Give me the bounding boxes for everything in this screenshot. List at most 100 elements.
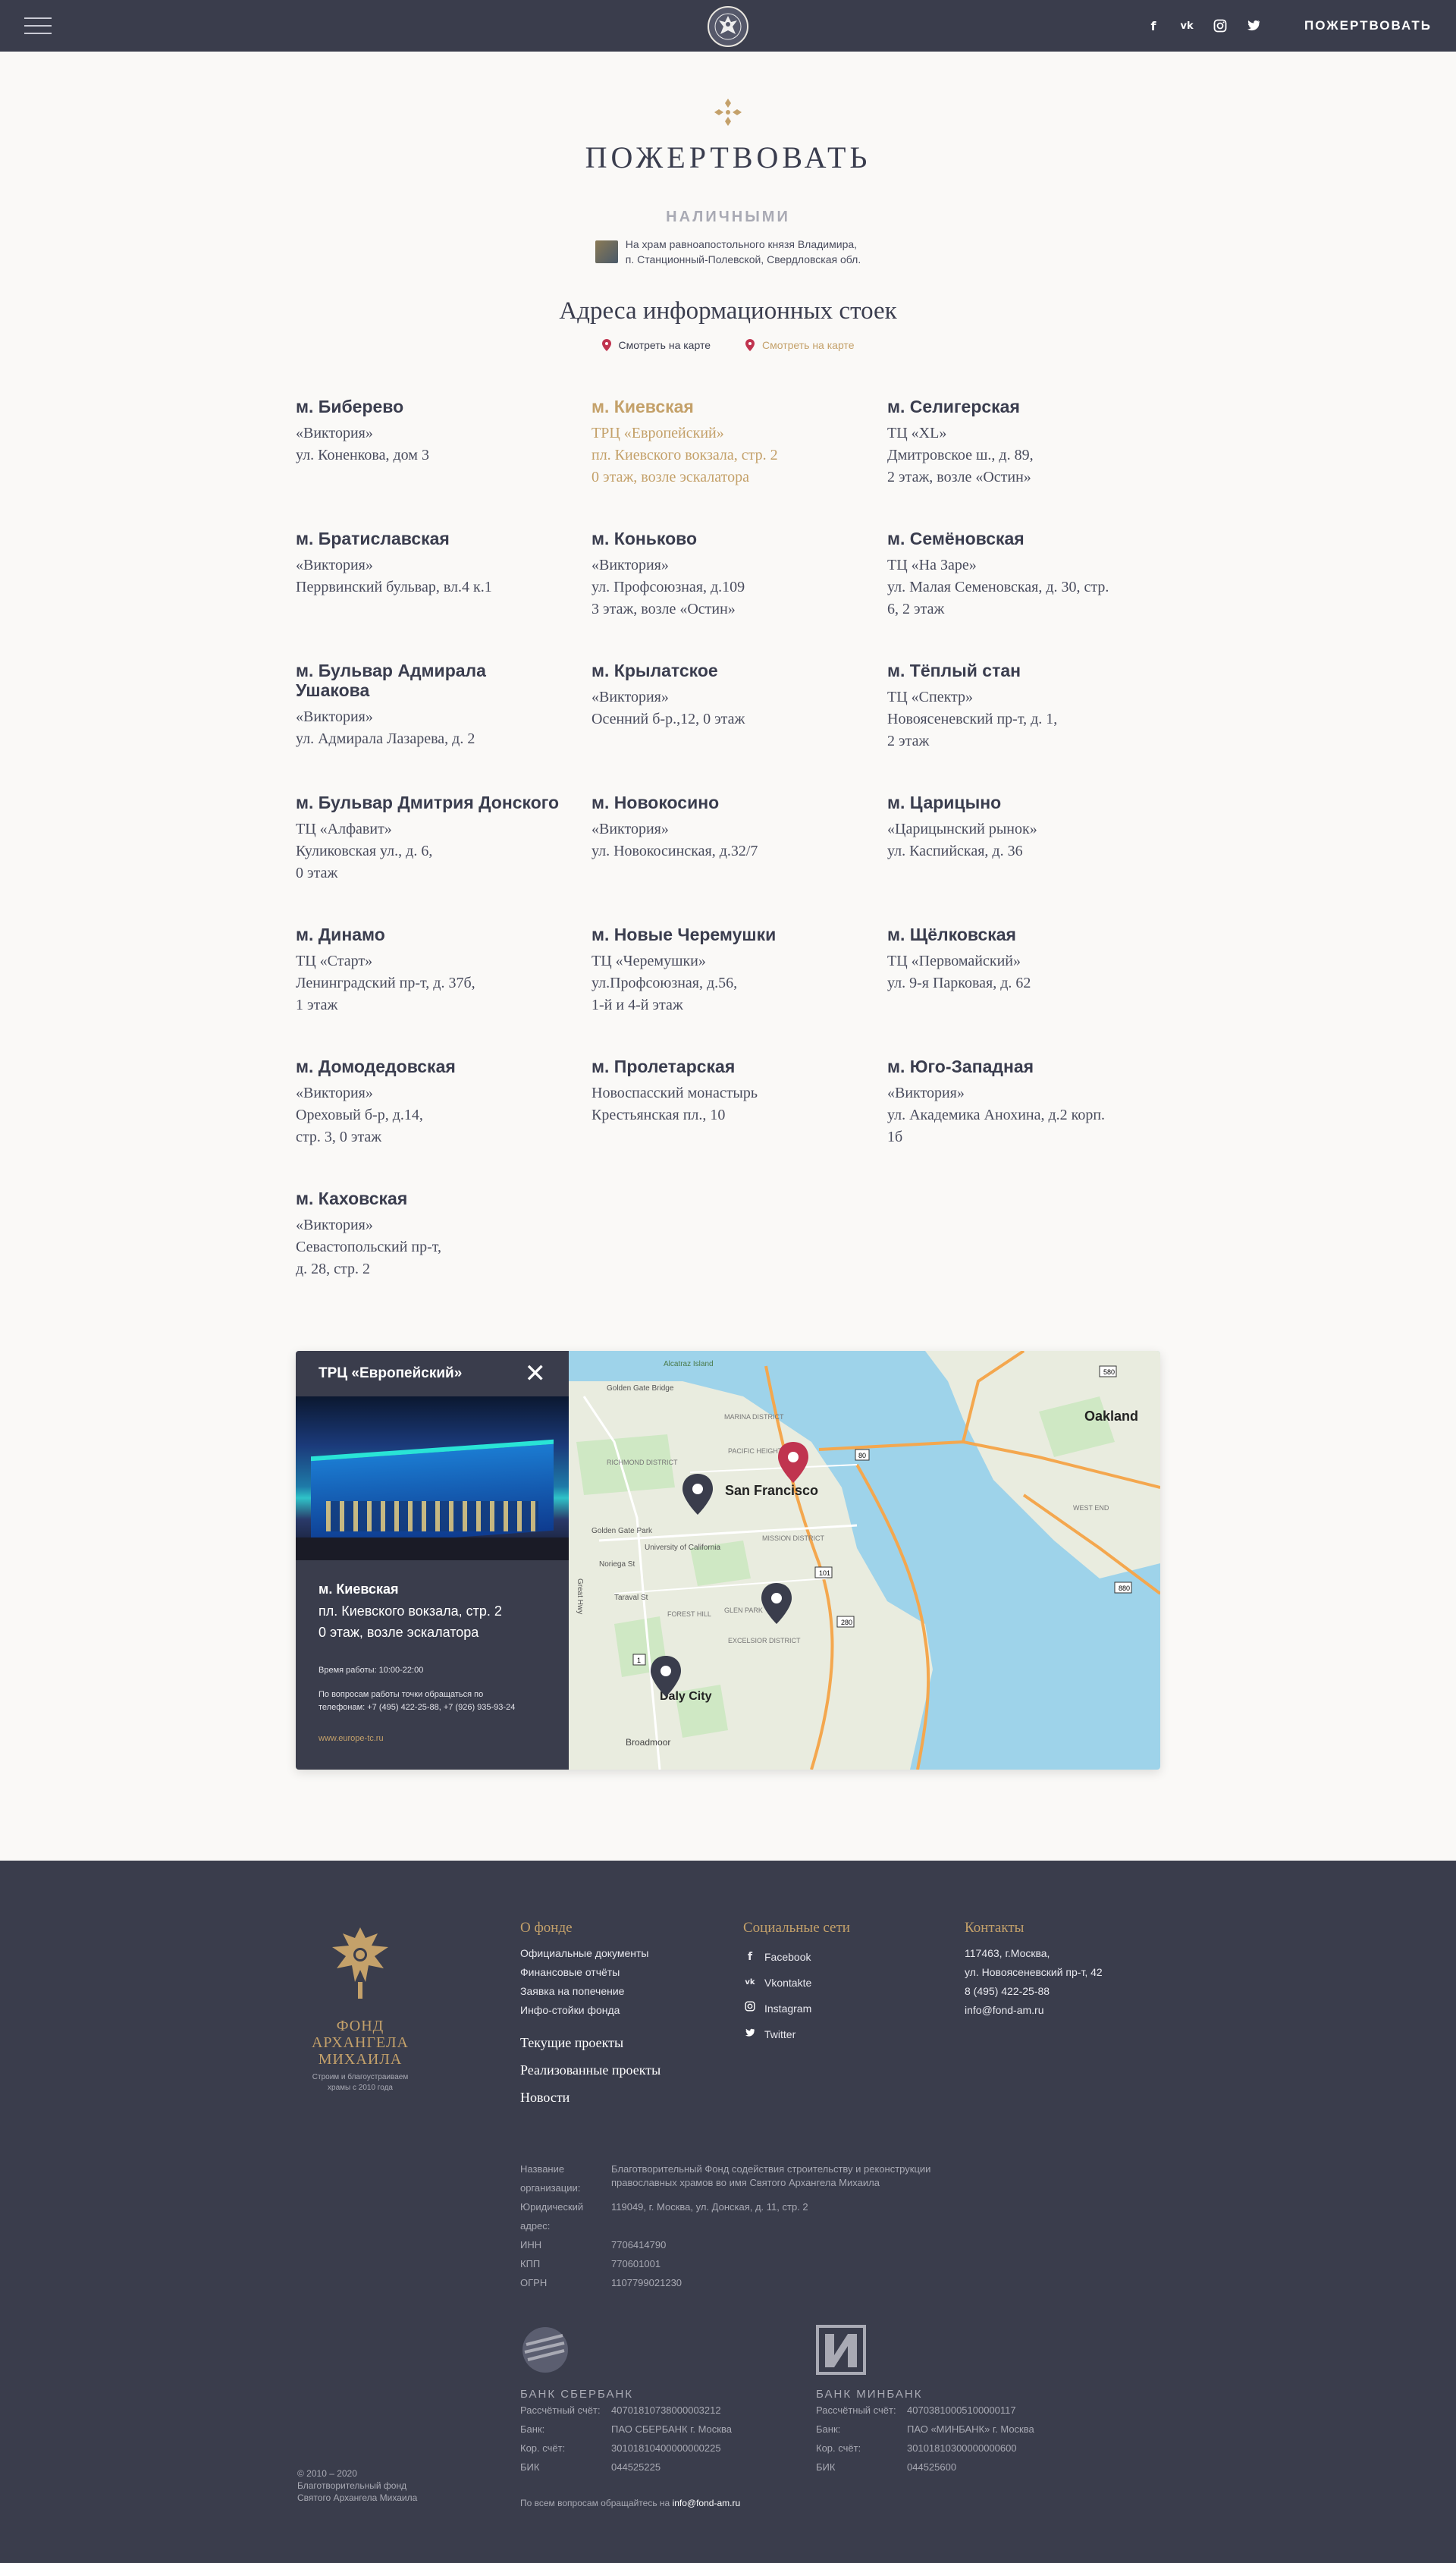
station-address: ТЦ «Старт» Ленинградский пр-т, д. 37б, 1… (296, 953, 475, 1013)
footer-logo[interactable]: ФОНД АРХАНГЕЛА МИХАИЛА Строим и благоуст… (303, 1921, 417, 2093)
close-icon[interactable]: ✕ (525, 1361, 547, 1387)
contact-email[interactable]: info@fond-am.ru (965, 2001, 1103, 2020)
twitter-icon[interactable] (1245, 17, 1262, 34)
map-label: PACIFIC HEIGHTS (728, 1447, 786, 1455)
news-link[interactable]: Новости (520, 2084, 661, 2111)
view-on-map-link-active[interactable]: Смотреть на карте (745, 339, 854, 351)
station-address: ТРЦ «Европейский» пл. Киевского вокзала,… (592, 425, 778, 485)
twitter-link[interactable]: Twitter (743, 2021, 850, 2047)
social-title: Социальные сети (743, 1920, 850, 1936)
station-name: м. Семёновская (887, 529, 1025, 548)
station-name: м. Киевская (592, 397, 694, 416)
contact-address: 117463, г.Москва, (965, 1947, 1050, 1959)
about-title: О фонде (520, 1920, 573, 1936)
contact-address: ул. Новоясеневский пр-т, 42 (965, 1966, 1103, 1978)
footer-email-link[interactable]: info@fond-am.ru (673, 2498, 741, 2508)
station-address: «Царицынский рынок» ул. Каспийская, д. 3… (887, 821, 1037, 859)
station-name: м. Домодедовская (296, 1057, 456, 1076)
svg-text:101: 101 (819, 1569, 830, 1577)
vkontakte-icon: vk (745, 1978, 755, 1987)
map-label: WEST END (1073, 1504, 1109, 1512)
station-address: Новоспасский монастырь Крестьянская пл.,… (592, 1085, 758, 1123)
station-item-active[interactable]: м. Киевская ТРЦ «Европейский» пл. Киевско… (592, 397, 887, 529)
main-content: ПОЖЕРТВОВАТЬ НАЛИЧНЫМИ На храм равноапос… (0, 52, 1456, 1770)
station-item[interactable]: м. Каховская «Виктория» Севастопольский п… (296, 1189, 592, 1321)
station-item[interactable]: м. Тёплый стан ТЦ «Спектр» Новоясеневский… (887, 661, 1160, 793)
archangel-emblem-icon (332, 1927, 388, 1999)
station-address: «Виктория» ул. Профсоюзная, д.109 3 этаж… (592, 557, 745, 617)
projects-link[interactable]: Реализованные проекты (520, 2056, 661, 2084)
popup-title: ТРЦ «Европейский» (318, 1365, 463, 1381)
popup-phones: По вопросам работы точки обращаться по т… (318, 1690, 516, 1712)
popup-hours: Время работы: 10:00-22:00 (318, 1666, 424, 1675)
station-item[interactable]: м. Динамо ТЦ «Старт» Ленинградский пр-т, … (296, 925, 592, 1057)
bank-name: БАНК СБЕРБАНК (520, 2388, 634, 2401)
about-link[interactable]: Официальные документы (520, 1944, 661, 1963)
map-label: RICHMOND DISTRICT (607, 1459, 678, 1466)
map-city-label: San Francisco (725, 1483, 818, 1498)
map-city-label: Oakland (1084, 1409, 1138, 1424)
vkontakte-link[interactable]: vk Vkontakte (743, 1970, 850, 1996)
station-item[interactable]: м. Юго-Западная «Виктория» ул. Академика … (887, 1057, 1160, 1189)
station-address: ТЦ «На Заре» ул. Малая Семеновская, д. 3… (887, 557, 1109, 617)
road-shield: 880 (1114, 1581, 1132, 1594)
station-item[interactable]: м. Царицыно «Царицынский рынок» ул. Каспи… (887, 793, 1160, 925)
footer-org-name: ФОНД АРХАНГЕЛА МИХАИЛА (311, 2018, 409, 2068)
road-shield: 101 (814, 1566, 833, 1578)
station-name: м. Бульвар Адмирала Ушакова (296, 661, 486, 700)
about-link[interactable]: Инфо-стойки фонда (520, 2001, 661, 2020)
station-item[interactable]: м. Новые Черемушки ТЦ «Черемушки» ул.Проф… (592, 925, 887, 1057)
popup-website-link[interactable]: www.europe-tc.ru (318, 1734, 546, 1743)
facebook-link[interactable]: f Facebook (743, 1944, 850, 1970)
map-canvas[interactable]: Alcatraz Island Golden Gate Bridge San F… (569, 1351, 1160, 1770)
hamburger-menu-icon[interactable] (24, 17, 52, 34)
station-address: «Виктория» Ореховый б-р, д.14, стр. 3, 0… (296, 1085, 423, 1145)
legal-row: ОГРН 1107799021230 (520, 2277, 682, 2288)
svg-text:280: 280 (841, 1619, 852, 1626)
map-label: FOREST HILL (667, 1610, 711, 1618)
station-item[interactable]: м. Коньково «Виктория» ул. Профсоюзная, д… (592, 529, 887, 661)
projects-link[interactable]: Текущие проекты (520, 2029, 661, 2056)
footer-contact-line: По всем вопросам обращайтесь на info@fon… (520, 2498, 741, 2508)
vkontakte-icon[interactable]: vk (1178, 17, 1195, 34)
station-item[interactable]: м. Домодедовская «Виктория» Ореховый б-р,… (296, 1057, 592, 1189)
station-item[interactable]: м. Семёновская ТЦ «На Заре» ул. Малая Сем… (887, 529, 1160, 661)
station-item[interactable]: м. Биберево «Виктория» ул. Коненкова, дом… (296, 397, 592, 529)
svg-text:1: 1 (637, 1657, 641, 1664)
station-address: «Виктория» ул. Коненкова, дом 3 (296, 425, 429, 463)
church-project[interactable]: На храм равноапостольного князя Владимир… (0, 237, 1456, 267)
map-pin-icon (601, 339, 611, 351)
station-address: ТЦ «Спектр» Новоясеневский пр-т, д. 1, 2… (887, 689, 1058, 749)
road-shield: 580 (1099, 1365, 1117, 1377)
view-on-map-link[interactable]: Смотреть на карте (601, 339, 711, 351)
station-item[interactable]: м. Братиславская «Виктория» Перрвинский б… (296, 529, 592, 661)
land-oakland (925, 1351, 1160, 1578)
instagram-link[interactable]: Instagram (743, 1996, 850, 2021)
popup-station: м. Киевская (318, 1581, 399, 1597)
donate-nav-link[interactable]: ПОЖЕРТВОВАТЬ (1304, 18, 1432, 33)
legal-row: КПП 770601001 (520, 2258, 661, 2269)
station-item[interactable]: м. Крылатское «Виктория» Осенний б-р.,12,… (592, 661, 887, 793)
station-item[interactable]: м. Селигерская ТЦ «XL» Дмитровское ш., д.… (887, 397, 1160, 529)
social-column: Социальные сети f Facebook vk Vkontakte In… (743, 1920, 850, 2047)
footer-tagline: Строим и благоустраиваем храмы с 2010 го… (312, 2073, 409, 2092)
map-links: Смотреть на карте Смотреть на карте (0, 339, 1456, 351)
station-item[interactable]: м. Щёлковская ТЦ «Первомайский» ул. 9-я П… (887, 925, 1160, 1057)
station-name: м. Братиславская (296, 529, 450, 548)
about-link[interactable]: Финансовые отчёты (520, 1963, 661, 1982)
about-link[interactable]: Заявка на попечение (520, 1982, 661, 2001)
station-item[interactable]: м. Новокосино «Виктория» ул. Новокосинска… (592, 793, 887, 925)
location-popup: ТРЦ «Европейский» ✕ м. Киевская пл. Киев… (296, 1351, 569, 1770)
station-item[interactable]: м. Бульвар Дмитрия Донского ТЦ «Алфавит» … (296, 793, 592, 925)
facebook-icon[interactable]: f (1145, 17, 1162, 34)
instagram-icon (743, 1996, 757, 2021)
contact-phone[interactable]: 8 (495) 422-25-88 (965, 1982, 1103, 2001)
foundation-logo-icon[interactable] (708, 6, 748, 47)
station-item[interactable]: м. Бульвар Адмирала Ушакова «Виктория» ул… (296, 661, 592, 793)
station-name: м. Юго-Западная (887, 1057, 1034, 1076)
popup-address: пл. Киевского вокзала, стр. 2 0 этаж, во… (318, 1603, 502, 1640)
station-item[interactable]: м. Пролетарская Новоспасский монастырь Кр… (592, 1057, 887, 1189)
instagram-icon[interactable] (1212, 17, 1228, 34)
station-address: ТЦ «Алфавит» Куликовская ул., д. 6, 0 эт… (296, 821, 433, 881)
footer: ФОНД АРХАНГЕЛА МИХАИЛА Строим и благоуст… (0, 1861, 1456, 2563)
